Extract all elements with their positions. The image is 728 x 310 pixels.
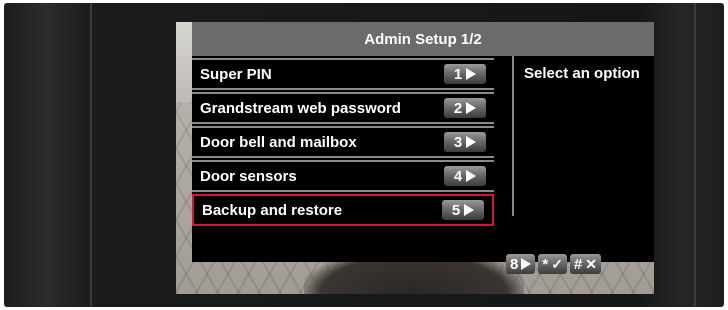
hint-area: Select an option [512,56,654,216]
play-icon [521,258,532,270]
lcd-screen: Admin Setup 1/2 Super PIN 1 Grandstream … [176,22,654,294]
footer-keys: 8 * ✓ # ✕ [506,254,601,274]
key-number: 3 [453,133,463,151]
hint-text: Select an option [524,65,640,82]
menu-item-backup-restore[interactable]: Backup and restore 5 [192,194,494,226]
play-icon [466,136,477,148]
close-icon: ✕ [585,255,597,272]
menu-panel: Super PIN 1 Grandstream web password 2 D… [192,56,654,262]
play-icon [466,68,477,80]
menu-item-label: Super PIN [200,65,272,83]
key-badge[interactable]: 4 [444,166,486,186]
page-title-text: Admin Setup 1/2 [364,30,482,48]
cancel-key[interactable]: # ✕ [569,254,601,274]
key-symbol: # [573,255,583,273]
menu-item-web-password[interactable]: Grandstream web password 2 [192,92,494,124]
key-badge[interactable]: 1 [444,64,486,84]
play-icon [466,170,477,182]
key-badge[interactable]: 2 [444,98,486,118]
checkmark-icon: ✓ [551,255,563,272]
key-badge[interactable]: 5 [442,200,484,220]
page-title: Admin Setup 1/2 [192,22,654,56]
menu-item-label: Door sensors [200,167,297,185]
key-number: 1 [453,65,463,83]
key-number: 2 [453,99,463,117]
key-number: 4 [453,167,463,185]
menu-item-label: Grandstream web password [200,99,401,117]
key-number: 8 [510,255,519,273]
bezel-edge [90,3,92,307]
confirm-key[interactable]: * ✓ [538,254,567,274]
play-icon [466,102,477,114]
key-badge[interactable]: 3 [444,132,486,152]
play-icon [464,204,475,216]
bezel-edge [694,3,696,307]
menu-item-label: Backup and restore [202,201,343,219]
key-symbol: * [542,255,549,273]
menu-item-super-pin[interactable]: Super PIN 1 [192,58,494,90]
next-page-key[interactable]: 8 [506,254,536,274]
key-number: 5 [451,201,461,219]
menu-item-door-bell[interactable]: Door bell and mailbox 3 [192,126,494,158]
menu-item-label: Door bell and mailbox [200,133,357,151]
menu-item-door-sensors[interactable]: Door sensors 4 [192,160,494,192]
